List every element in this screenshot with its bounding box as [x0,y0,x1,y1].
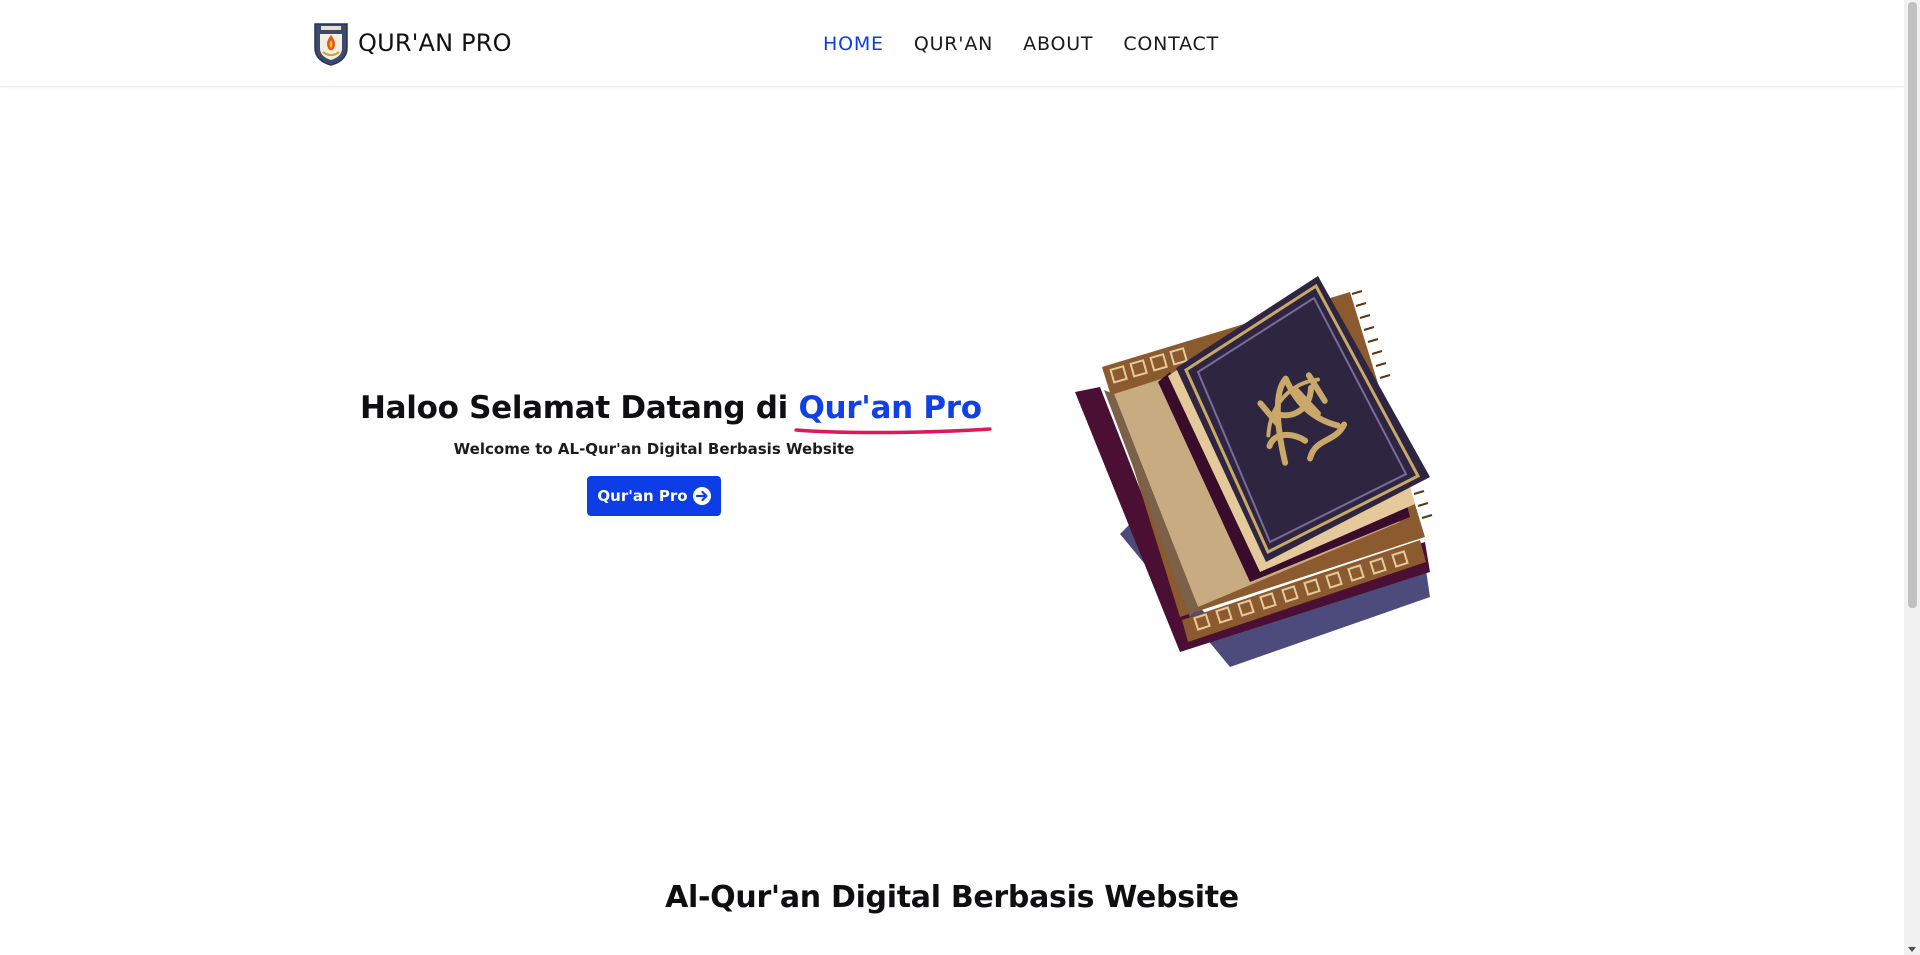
hero-title: Haloo Selamat Datang di Qur'an Pro [360,390,993,435]
nav-quran[interactable]: QUR'AN [914,30,993,58]
brand-link[interactable]: QUR'AN PRO [312,19,512,67]
scroll-down-arrow-icon[interactable] [1908,947,1916,952]
hero-highlight-text: Qur'an Pro [798,390,982,426]
page: QUR'AN PRO HOME QUR'AN ABOUT CONTACT Hal… [0,0,1920,955]
quran-pro-button-label: Qur'an Pro [597,487,688,505]
nav-about[interactable]: ABOUT [1023,30,1093,58]
scrollbar-thumb[interactable] [1908,2,1917,608]
hero-title-prefix: Haloo Selamat Datang di [360,390,788,426]
main-nav: HOME QUR'AN ABOUT CONTACT [823,30,1249,58]
hero-section: Haloo Selamat Datang di Qur'an Pro Welco… [360,390,993,516]
quran-pro-button[interactable]: Qur'an Pro [587,476,721,516]
section-title: Al-Qur'an Digital Berbasis Website [665,880,1239,915]
quran-book-icon [1075,276,1433,667]
nav-home[interactable]: HOME [823,30,884,58]
hero-subtitle: Welcome to AL-Qur'an Digital Berbasis We… [453,440,855,458]
brand-name: QUR'AN PRO [358,29,512,57]
navbar: QUR'AN PRO HOME QUR'AN ABOUT CONTACT [0,0,1904,87]
nav-contact[interactable]: CONTACT [1123,30,1219,58]
page-scrollbar[interactable] [1904,0,1920,955]
highlight-underline [794,427,993,435]
hero-title-highlight: Qur'an Pro [794,390,993,435]
school-emblem-icon [314,23,348,66]
arrow-right-circle-icon [692,487,711,505]
